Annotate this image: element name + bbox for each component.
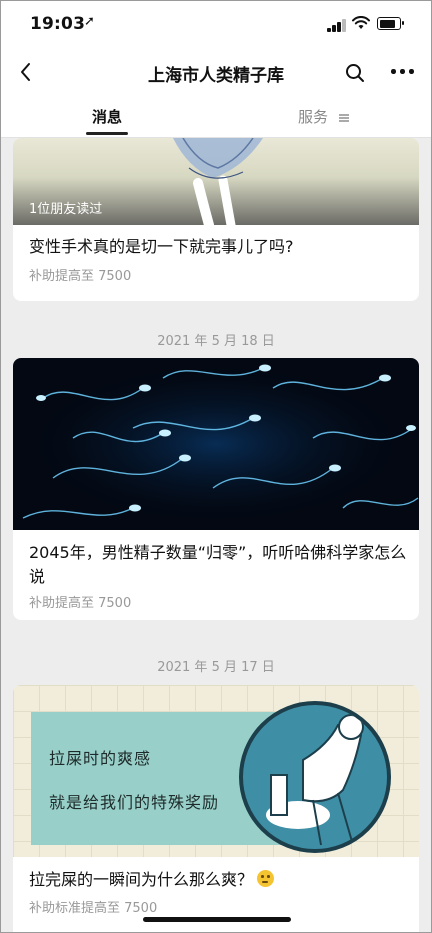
article-title-text: 拉完屎的一瞬间为什么那么爽？ — [29, 870, 254, 889]
article-subtitle: 补助提高至 7500 — [29, 269, 132, 284]
message-feed[interactable]: 1位朋友读过 变性手术真的是切一下就完事儿了吗? 补助提高至 7500 2021… — [0, 138, 432, 933]
date-separator: 2021 年 5 月 18 日 — [157, 334, 275, 349]
battery-icon — [377, 17, 404, 30]
date-separator: 2021 年 5 月 17 日 — [157, 660, 275, 675]
thinking-face-icon — [257, 870, 275, 887]
nav-bar: 上海市人类精子库 — [0, 50, 432, 96]
article-title: 2045年，男性精子数量“归零”，听听哈佛科学家怎么说 — [29, 543, 407, 586]
tab-messages[interactable]: 消息 — [85, 106, 129, 135]
article-card[interactable]: 拉屎时的爽感 就是给我们的特殊奖励 拉完屎的一瞬间为什么那么爽？ 补助标准提高至… — [13, 685, 419, 933]
home-indicator[interactable] — [143, 917, 291, 922]
wifi-icon — [352, 16, 370, 29]
location-arrow-icon: ➚ — [84, 14, 95, 29]
article-title: 变性手术真的是切一下就完事儿了吗? — [29, 237, 294, 256]
search-icon[interactable] — [343, 61, 367, 85]
status-time: 19:03 — [30, 14, 86, 34]
tab-messages-label: 消息 — [92, 108, 123, 126]
article-subtitle: 补助标准提高至 7500 — [29, 901, 158, 916]
sperm-illustration — [13, 358, 419, 530]
tab-bar: 消息 服务 — [0, 96, 432, 138]
cover-text-line-1: 拉屎时的爽感 — [49, 749, 152, 768]
article-card[interactable]: 1位朋友读过 变性手术真的是切一下就完事儿了吗? 补助提高至 7500 — [13, 138, 419, 301]
article-title: 拉完屎的一瞬间为什么那么爽？ — [29, 868, 409, 892]
article-card[interactable]: 2045年，男性精子数量“归零”，听听哈佛科学家怎么说 补助提高至 7500 — [13, 358, 419, 620]
article-cover-image: 拉屎时的爽感 就是给我们的特殊奖励 — [13, 685, 419, 857]
article-subtitle: 补助提高至 7500 — [29, 596, 132, 611]
page-title: 上海市人类精子库 — [148, 66, 284, 86]
toilet-illustration — [239, 701, 391, 853]
article-cover-image: 1位朋友读过 — [13, 138, 419, 225]
signal-icon — [327, 18, 349, 32]
friend-read-count: 1位朋友读过 — [29, 202, 103, 217]
cover-text-line-2: 就是给我们的特殊奖励 — [49, 793, 220, 812]
more-dots-icon[interactable] — [391, 69, 415, 77]
tab-services[interactable]: 服务 — [298, 106, 349, 127]
menu-lines-icon — [338, 113, 349, 122]
tab-services-label: 服务 — [298, 108, 329, 126]
status-bar: 19:03 ➚ — [0, 0, 432, 50]
article-cover-image — [13, 358, 419, 530]
